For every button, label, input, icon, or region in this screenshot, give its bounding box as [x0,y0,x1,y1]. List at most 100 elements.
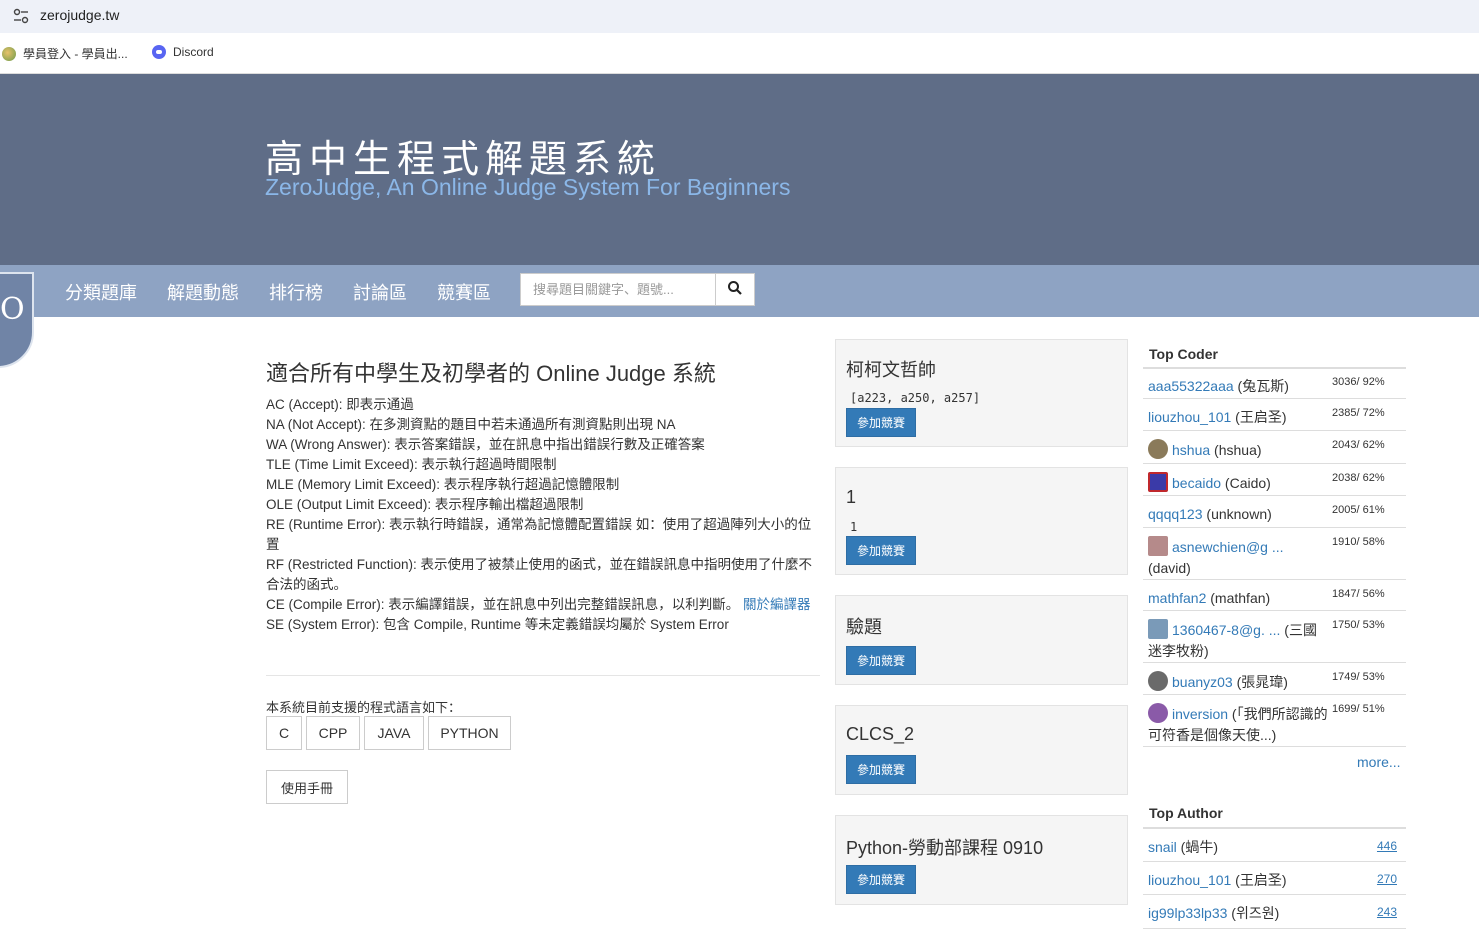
logo-letter-icon: O [0,292,25,327]
author-problem-count[interactable]: 243 [1377,905,1397,919]
contest-title[interactable]: 柯柯文哲帥 [846,356,936,382]
avatar[interactable] [1148,439,1168,459]
coder-name: becaido (Caido) [1148,472,1328,494]
avatar[interactable] [1148,472,1168,492]
languages-intro: 本系統目前支援的程式語言如下： [266,700,462,715]
coder-nick: (unknown) [1202,506,1272,522]
nav-forum[interactable]: 討論區 [353,279,407,305]
coder-name: asnewchien@g ... (david) [1148,536,1328,579]
coder-link[interactable]: hshua [1172,442,1210,458]
join-contest-button[interactable]: 參加競賽 [846,755,916,784]
coder-row: qqqq123 (unknown) 2005/ 61% [1143,496,1406,528]
coder-link[interactable]: aaa55322aaa [1148,378,1234,394]
logo-badge[interactable]: O [0,272,34,368]
coder-name: qqqq123 (unknown) [1148,504,1328,525]
coder-nick: (張晁瑋) [1232,674,1288,690]
coder-stat: 1847/ 56% [1332,588,1385,600]
nav-submissions[interactable]: 解題動態 [167,279,239,305]
avatar[interactable] [1148,671,1168,691]
coder-link[interactable]: buanyz03 [1172,674,1233,690]
coder-link[interactable]: inversion [1172,706,1228,722]
author-problem-count[interactable]: 270 [1377,872,1397,886]
author-name: liouzhou_101 (王启圣) [1148,870,1328,891]
contest-problems: 1 [850,520,858,534]
coder-row: asnewchien@g ... (david) 1910/ 58% [1143,528,1406,580]
coder-row: inversion (「我們所認識的可符香是個像天使...) 1699/ 51% [1143,695,1406,747]
status-rf: RF (Restricted Function): 表示使用了被禁止使用的函式，… [266,557,813,592]
author-name: snail (蝸牛) [1148,837,1328,858]
bookmark-favicon-icon [2,46,16,61]
contest-card: CLCS_2 參加競賽 [835,705,1128,795]
search-input[interactable] [520,273,716,306]
status-mle: MLE (Memory Limit Exceed): 表示程序執行超過記憶體限制 [266,477,620,492]
bookmark-label: 學員登入 - 學員出... [23,47,128,61]
site-subtitle: ZeroJudge, An Online Judge System For Be… [265,174,791,200]
status-se: SE (System Error): 包含 Compile, Runtime 等… [266,617,729,632]
nav-contests[interactable]: 競賽區 [437,279,491,305]
coder-name: buanyz03 (張晁瑋) [1148,671,1328,693]
address-bar[interactable]: zerojudge.tw [0,0,1479,33]
avatar[interactable] [1148,619,1168,639]
status-ole: OLE (Output Limit Exceed): 表示程序輸出檔超過限制 [266,497,584,512]
author-link[interactable]: snail [1148,839,1177,855]
contest-title[interactable]: 1 [846,487,856,508]
contest-title[interactable]: CLCS_2 [846,724,914,745]
coder-link[interactable]: qqqq123 [1148,506,1203,522]
coder-name: mathfan2 (mathfan) [1148,588,1328,609]
join-contest-button[interactable]: 參加競賽 [846,408,916,437]
coder-name: 1360467-8@g. ... (三國迷李牧粉) [1148,619,1328,662]
coder-name: liouzhou_101 (王启圣) [1148,407,1328,428]
coder-link[interactable]: asnewchien@g ... [1172,539,1284,555]
bookmark-student-login[interactable]: 學員登入 - 學員出... [2,45,128,62]
contest-title[interactable]: Python-勞動部課程 0910 [846,834,1043,860]
coder-link[interactable]: liouzhou_101 [1148,409,1231,425]
coder-link[interactable]: 1360467-8@g. ... [1172,622,1280,638]
coder-stat: 2043/ 62% [1332,439,1385,451]
coder-row: mathfan2 (mathfan) 1847/ 56% [1143,580,1406,611]
author-link[interactable]: ig99lp33lp33 [1148,905,1227,921]
avatar[interactable] [1148,536,1168,556]
contest-card: 驗題 參加競賽 [835,595,1128,685]
avatar[interactable] [1148,703,1168,723]
search-button[interactable] [715,273,755,306]
language-python: PYTHON [428,716,511,750]
author-row: liouzhou_101 (王启圣) 270 [1143,862,1406,895]
site-settings-icon[interactable] [12,8,30,24]
more-coders-link[interactable]: more... [1357,754,1401,770]
coder-nick: (hshua) [1210,442,1262,458]
status-ac: AC (Accept): 即表示通過 [266,397,414,412]
coder-row: liouzhou_101 (王启圣) 2385/ 72% [1143,399,1406,431]
author-nick: (王启圣) [1231,872,1287,888]
join-contest-button[interactable]: 參加競賽 [846,865,916,894]
url-text[interactable]: zerojudge.tw [40,7,119,23]
coder-stat: 1749/ 53% [1332,671,1385,683]
status-code-list: AC (Accept): 即表示通過 NA (Not Accept): 在多測資… [266,395,821,635]
nav-ranking[interactable]: 排行榜 [269,279,323,305]
join-contest-button[interactable]: 參加競賽 [846,646,916,675]
top-coder-heading: Top Coder [1149,346,1218,362]
author-problem-count[interactable]: 446 [1377,839,1397,853]
coder-nick: (david) [1148,560,1191,576]
nav-problems[interactable]: 分類題庫 [65,279,137,305]
coder-row: buanyz03 (張晁瑋) 1749/ 53% [1143,663,1406,695]
status-ce-text: CE (Compile Error): 表示編譯錯誤，並在訊息中列出完整錯誤訊息… [266,597,740,612]
coder-nick: (Caido) [1221,475,1271,491]
compiler-info-link[interactable]: 關於編譯器 [743,597,811,612]
coder-row: hshua (hshua) 2043/ 62% [1143,431,1406,464]
coder-stat: 3036/ 92% [1332,376,1385,388]
join-contest-button[interactable]: 參加競賽 [846,536,916,565]
coder-link[interactable]: mathfan2 [1148,590,1206,606]
user-manual-button[interactable]: 使用手冊 [266,770,348,804]
contest-title[interactable]: 驗題 [846,613,882,639]
author-link[interactable]: liouzhou_101 [1148,872,1231,888]
contest-problems: [a223, a250, a257] [850,391,981,405]
coder-link[interactable]: becaido [1172,475,1221,491]
contest-card: 1 1 參加競賽 [835,467,1128,575]
status-ce: CE (Compile Error): 表示編譯錯誤，並在訊息中列出完整錯誤訊息… [266,595,821,615]
discord-icon [152,45,166,59]
contest-card: 柯柯文哲帥 [a223, a250, a257] 參加競賽 [835,339,1128,447]
coder-row: aaa55322aaa (兔瓦斯) 3036/ 92% [1143,368,1406,399]
author-nick: (위즈원) [1227,905,1280,921]
author-nick: (蝸牛) [1176,839,1219,855]
bookmark-discord[interactable]: Discord [152,45,214,59]
